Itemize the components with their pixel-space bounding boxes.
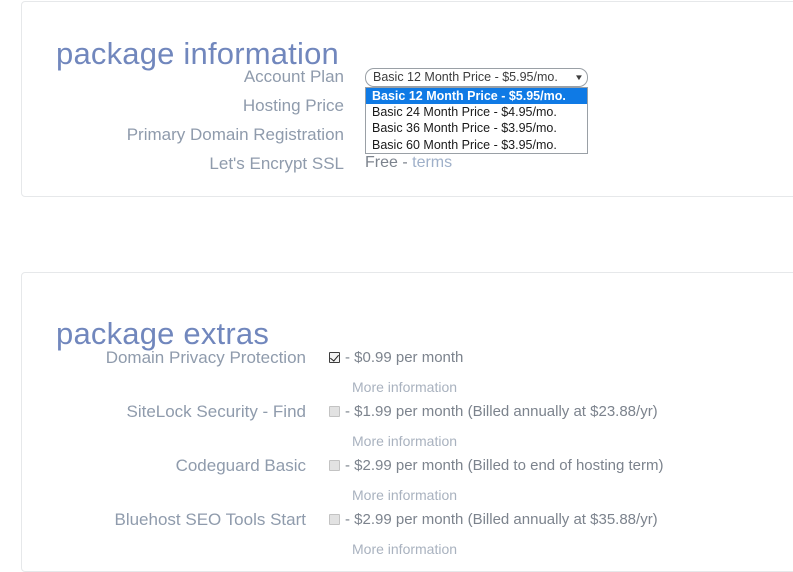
price-codeguard-basic: - $2.99 per month (Billed to end of host… (345, 457, 664, 474)
more-information-bluehost-seo-tools[interactable]: More information (352, 541, 457, 557)
account-plan-option-1[interactable]: Basic 24 Month Price - $4.95/mo. (366, 104, 587, 120)
checkbox-domain-privacy-protection[interactable] (329, 352, 340, 363)
label-account-plan: Account Plan (243, 67, 344, 86)
account-plan-option-2[interactable]: Basic 36 Month Price - $3.95/mo. (366, 120, 587, 136)
ssl-free-text: Free - (365, 154, 413, 171)
label-codeguard-basic: Codeguard Basic (175, 456, 306, 475)
price-domain-privacy-protection: - $0.99 per month (345, 349, 464, 366)
package-extras-panel: package extras Domain Privacy Protection… (21, 272, 793, 572)
extra-row-domain-privacy-protection[interactable]: - $0.99 per month (329, 349, 463, 366)
label-domain-privacy-protection: Domain Privacy Protection (105, 348, 306, 367)
account-plan-option-list[interactable]: Basic 12 Month Price - $5.95/mo. Basic 2… (365, 87, 588, 154)
more-information-sitelock-security[interactable]: More information (352, 433, 457, 449)
label-bluehost-seo-tools: Bluehost SEO Tools Start (114, 510, 306, 529)
account-plan-option-3[interactable]: Basic 60 Month Price - $3.95/mo. (366, 137, 587, 153)
label-sitelock-security: SiteLock Security - Find (126, 402, 306, 421)
extra-row-sitelock-security[interactable]: - $1.99 per month (Billed annually at $2… (329, 403, 658, 420)
chevron-down-icon: ▼ (574, 73, 584, 82)
lets-encrypt-ssl-value: Free - terms (365, 154, 452, 172)
price-bluehost-seo-tools: - $2.99 per month (Billed annually at $3… (345, 511, 658, 528)
page-root: package information Account Plan Hosting… (0, 0, 793, 572)
more-information-domain-privacy-protection[interactable]: More information (352, 379, 457, 395)
account-plan-select-value: Basic 12 Month Price - $5.95/mo. (373, 70, 558, 84)
more-information-codeguard-basic[interactable]: More information (352, 487, 457, 503)
package-extras-heading: package extras (56, 315, 270, 351)
checkbox-bluehost-seo-tools[interactable] (329, 514, 340, 525)
label-primary-domain-registration: Primary Domain Registration (126, 125, 344, 144)
extra-row-codeguard-basic[interactable]: - $2.99 per month (Billed to end of host… (329, 457, 664, 474)
label-lets-encrypt-ssl: Let's Encrypt SSL (209, 154, 344, 173)
account-plan-select[interactable]: Basic 12 Month Price - $5.95/mo. ▼ (365, 68, 588, 87)
checkbox-sitelock-security[interactable] (329, 406, 340, 417)
ssl-terms-link[interactable]: terms (412, 154, 452, 171)
checkbox-codeguard-basic[interactable] (329, 460, 340, 471)
account-plan-option-0[interactable]: Basic 12 Month Price - $5.95/mo. (366, 88, 587, 105)
extra-row-bluehost-seo-tools[interactable]: - $2.99 per month (Billed annually at $3… (329, 511, 658, 528)
package-information-panel: package information Account Plan Hosting… (21, 1, 793, 197)
price-sitelock-security: - $1.99 per month (Billed annually at $2… (345, 403, 658, 420)
label-hosting-price: Hosting Price (242, 96, 344, 115)
